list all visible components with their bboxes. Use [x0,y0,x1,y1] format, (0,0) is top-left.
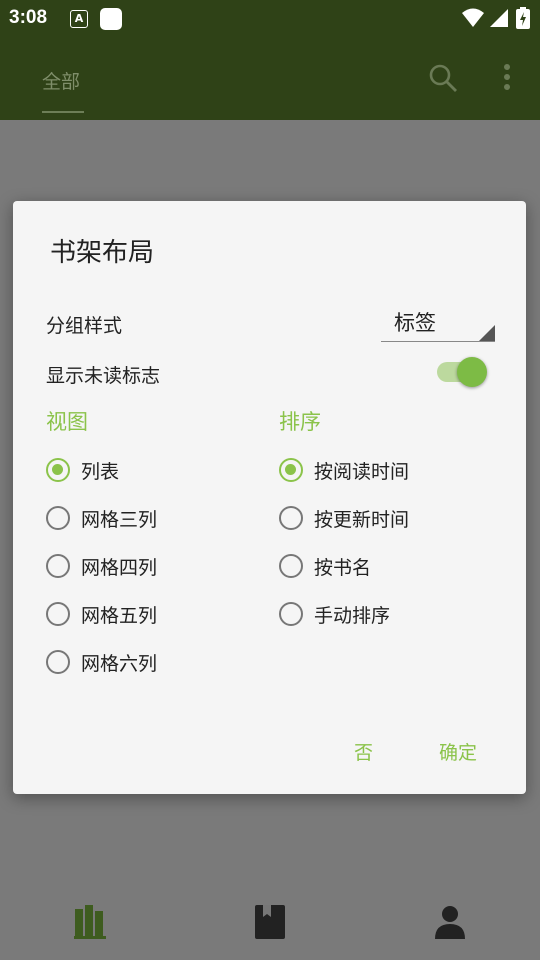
group-style-value: 标签 [394,311,436,335]
app-notification-icon [100,8,122,30]
more-vert-icon[interactable] [500,62,514,92]
search-icon[interactable] [428,63,458,93]
view-option-grid5[interactable]: 网格五列 [46,594,157,634]
group-style-label: 分组样式 [46,315,123,337]
radio-button[interactable] [46,554,70,578]
dropdown-arrow-icon [479,325,495,341]
cancel-button[interactable]: 否 [354,738,373,765]
radio-button[interactable] [279,602,303,626]
toggle-thumb [457,357,487,387]
radio-label: 网格三列 [81,508,158,531]
confirm-button[interactable]: 确定 [439,738,477,765]
bookshelf-icon[interactable] [74,905,106,939]
person-icon[interactable] [435,905,465,939]
status-time: 3:08 [9,7,48,28]
radio-label: 网格五列 [81,604,158,627]
radio-button[interactable] [46,506,70,530]
sort-option-book-name[interactable]: 按书名 [279,546,371,586]
sort-option-read-time[interactable]: 按阅读时间 [279,450,409,490]
radio-button[interactable] [279,554,303,578]
radio-button[interactable] [46,602,70,626]
radio-label: 按阅读时间 [314,460,410,483]
view-option-grid3[interactable]: 网格三列 [46,498,157,538]
sort-heading: 排序 [279,410,321,434]
tab-all[interactable]: 全部 [42,67,80,94]
group-style-dropdown[interactable]: 标签 [381,305,495,342]
radio-button[interactable] [46,650,70,674]
show-unread-label: 显示未读标志 [46,365,161,387]
radio-label: 按书名 [314,556,372,579]
show-unread-toggle[interactable] [437,357,495,387]
battery-icon [516,7,530,29]
book-icon[interactable] [255,905,285,939]
radio-label: 列表 [81,460,120,483]
radio-label: 手动排序 [314,604,391,627]
tab-indicator [42,111,84,113]
sort-option-update-time[interactable]: 按更新时间 [279,498,409,538]
radio-button[interactable] [46,458,70,482]
view-option-grid6[interactable]: 网格六列 [46,642,157,682]
radio-label: 按更新时间 [314,508,410,531]
wifi-icon [462,8,484,27]
sort-option-manual[interactable]: 手动排序 [279,594,390,634]
app-bar: 全部 [0,37,540,120]
signal-icon [490,9,508,27]
view-heading: 视图 [46,410,88,434]
radio-button[interactable] [279,458,303,482]
bookshelf-layout-dialog: 书架布局 分组样式 标签 显示未读标志 视图 排序 列表 网格三列 网格四列 网… [13,201,526,794]
notification-icon: A [70,10,88,28]
status-bar: 3:08 A [0,0,540,37]
radio-label: 网格六列 [81,652,158,675]
radio-label: 网格四列 [81,556,158,579]
radio-button[interactable] [279,506,303,530]
view-option-list[interactable]: 列表 [46,450,119,490]
view-option-grid4[interactable]: 网格四列 [46,546,157,586]
dialog-title: 书架布局 [50,238,155,268]
